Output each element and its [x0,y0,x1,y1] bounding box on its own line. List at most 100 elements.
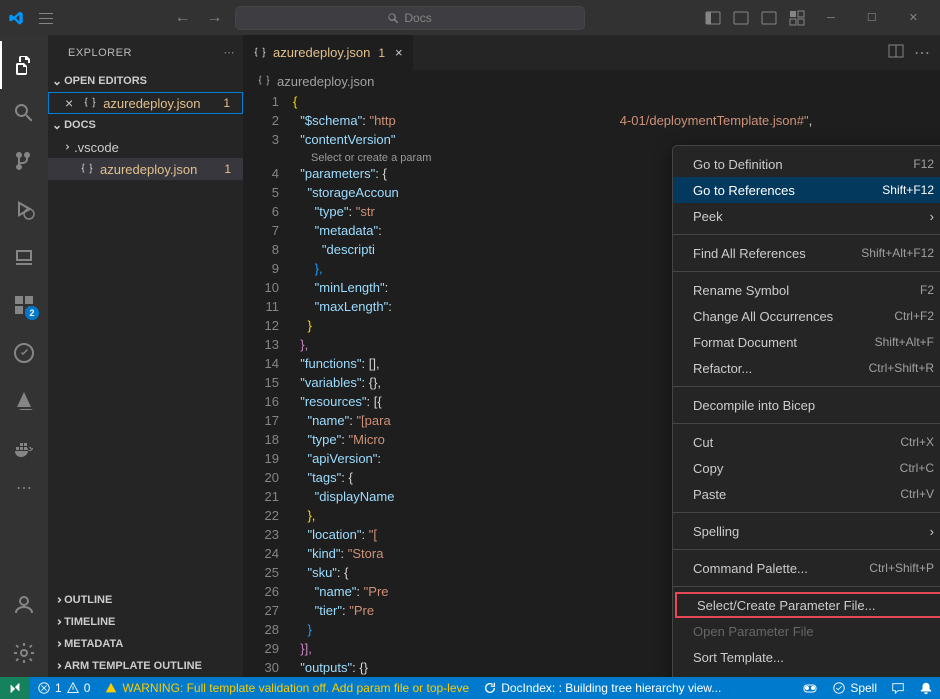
menu-item-label: Peek [693,209,723,224]
split-editor-icon[interactable] [888,43,904,63]
nav-back-icon[interactable]: ← [171,9,195,27]
tab-bar: azuredeploy.json 1 × ⋯ [243,35,940,70]
activity-search[interactable] [0,89,48,137]
menu-shortcut: Ctrl+X [900,435,934,449]
chevron-down-icon: ⌄ [52,74,62,88]
file-azuredeploy[interactable]: azuredeploy.json 1 [48,158,243,180]
menu-item[interactable]: Rename SymbolF2 [673,277,940,303]
window-minimize-icon[interactable]: ─ [813,4,849,32]
editor-area: azuredeploy.json 1 × ⋯ azuredeploy.json … [243,35,940,677]
menu-item-label: Command Palette... [693,561,808,576]
menu-item[interactable]: Select/Create Parameter File... [675,592,940,618]
menu-shortcut: Ctrl+Shift+P [869,561,934,575]
activity-testing[interactable] [0,329,48,377]
close-icon[interactable]: × [65,95,73,111]
activity-azure[interactable] [0,377,48,425]
menu-icon[interactable] [38,10,54,26]
command-center[interactable]: Docs [235,6,585,30]
menu-item-label: Paste [693,487,726,502]
spell-status[interactable]: Spell [825,677,884,699]
nav-forward-icon[interactable]: → [203,9,227,27]
feedback-icon[interactable] [884,677,912,699]
menu-separator [673,271,940,272]
activity-source-control[interactable] [0,137,48,185]
outline-section[interactable]: ⌄OUTLINE [48,589,243,611]
menu-item[interactable]: Cut Ctrl+X [673,429,940,455]
menu-item[interactable]: Refactor...Ctrl+Shift+R [673,355,940,381]
activity-docker[interactable] [0,425,48,473]
menu-item[interactable]: Decompile into Bicep [673,392,940,418]
menu-shortcut: Shift+Alt+F [875,335,934,349]
layout-panel-bottom-icon[interactable] [729,8,753,28]
menu-separator [673,234,940,235]
menu-shortcut: F12 [913,157,934,171]
sidebar-title: EXPLORER [68,47,132,59]
menu-item-label: Decompile into Bicep [693,398,815,413]
line-gutter: 1234567891011121314151617181920212223242… [243,92,293,677]
breadcrumb[interactable]: azuredeploy.json [243,70,940,92]
activity-remote-explorer[interactable] [0,233,48,281]
activity-explorer[interactable] [0,41,48,89]
menu-item-label: Find All References [693,246,806,261]
context-menu: Go to DefinitionF12Go to ReferencesShift… [672,145,940,677]
problems-indicator[interactable]: 1 0 [30,677,97,699]
menu-item[interactable]: Peek › [673,203,940,229]
menu-separator [673,423,940,424]
close-icon[interactable]: × [395,45,403,60]
workspace-section[interactable]: ⌄ DOCS [48,114,243,136]
open-editors-section[interactable]: ⌄ OPEN EDITORS [48,70,243,92]
arm-outline-section[interactable]: ⌄ARM TEMPLATE OUTLINE [48,655,243,677]
layout-panel-right-icon[interactable] [757,8,781,28]
menu-item[interactable]: Change All OccurrencesCtrl+F2 [673,303,940,329]
window-maximize-icon[interactable]: ☐ [853,3,891,32]
chevron-right-icon: ⌄ [50,639,64,649]
menu-item[interactable]: Spelling › [673,518,940,544]
activity-accounts[interactable] [0,581,48,629]
menu-item[interactable]: Sort Template... [673,644,940,670]
menu-item[interactable]: Find All ReferencesShift+Alt+F12 [673,240,940,266]
menu-item[interactable]: Format DocumentShift+Alt+F [673,329,940,355]
copilot-status[interactable] [795,677,825,699]
menu-item-label: Go to Definition [693,157,783,172]
timeline-section[interactable]: ⌄TIMELINE [48,611,243,633]
docindex-status[interactable]: DocIndex: : Building tree hierarchy view… [476,677,728,699]
more-actions-icon[interactable]: ⋯ [914,43,930,63]
activity-more-icon[interactable]: ⋯ [0,473,48,503]
menu-item[interactable]: Copy Ctrl+C [673,455,940,481]
json-icon [257,74,271,88]
status-bar: 1 0 WARNING: Full template validation of… [0,677,940,699]
vscode-logo-icon [8,10,24,26]
menu-item-label: Select/Create Parameter File... [697,598,875,613]
remote-indicator[interactable] [0,677,30,699]
menu-separator [673,386,940,387]
menu-item-label: Copy [693,461,723,476]
menu-item-label: Spelling [693,524,739,539]
template-warning[interactable]: WARNING: Full template validation off. A… [97,677,476,699]
activity-run-debug[interactable] [0,185,48,233]
layout-panel-left-icon[interactable] [701,8,725,28]
activity-extensions[interactable]: 2 [0,281,48,329]
metadata-section[interactable]: ⌄METADATA [48,633,243,655]
folder-vscode[interactable]: ⌄ .vscode [48,136,243,158]
open-editor-item[interactable]: × azuredeploy.json 1 [48,92,243,114]
layout-customize-icon[interactable] [785,8,809,28]
chevron-right-icon: › [930,209,934,224]
menu-item[interactable]: Command Palette... Ctrl+Shift+P [673,555,940,581]
menu-item[interactable]: PasteCtrl+V [673,481,940,507]
json-icon [253,46,267,60]
notifications-icon[interactable] [912,677,940,699]
editor-tab[interactable]: azuredeploy.json 1 × [243,35,414,70]
sidebar-more-icon[interactable]: ⋯ [224,46,236,59]
menu-shortcut: Ctrl+C [900,461,934,475]
chevron-right-icon: ⌄ [50,617,64,627]
chevron-right-icon: › [930,524,934,539]
menu-shortcut: Ctrl+F2 [894,309,934,323]
activity-settings[interactable] [0,629,48,677]
menu-item-label: Cut [693,435,713,450]
window-close-icon[interactable]: ✕ [895,3,932,32]
menu-item[interactable]: Insert Item... [673,670,940,677]
menu-item-label: Go to References [693,183,795,198]
menu-item[interactable]: Go to Definition F12 [673,151,940,177]
menu-item[interactable]: Go to ReferencesShift+F12 [673,177,940,203]
menu-item-label: Refactor... [693,361,752,376]
